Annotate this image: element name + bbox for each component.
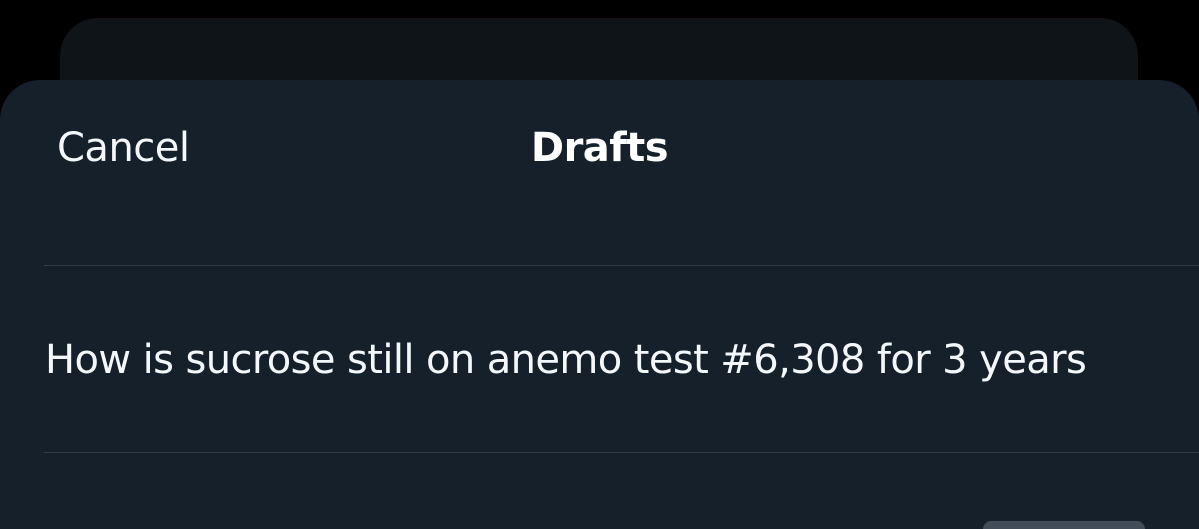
screen: Cancel Drafts How is sucrose still on an… bbox=[0, 0, 1199, 529]
sheet-header: Cancel Drafts bbox=[0, 80, 1199, 266]
home-indicator bbox=[983, 521, 1145, 529]
page-title: Drafts bbox=[530, 125, 669, 171]
drafts-sheet: Cancel Drafts How is sucrose still on an… bbox=[0, 80, 1199, 529]
divider bbox=[44, 452, 1199, 453]
draft-list-item[interactable]: How is sucrose still on anemo test #6,30… bbox=[0, 266, 1199, 452]
draft-text: How is sucrose still on anemo test #6,30… bbox=[45, 337, 1087, 383]
